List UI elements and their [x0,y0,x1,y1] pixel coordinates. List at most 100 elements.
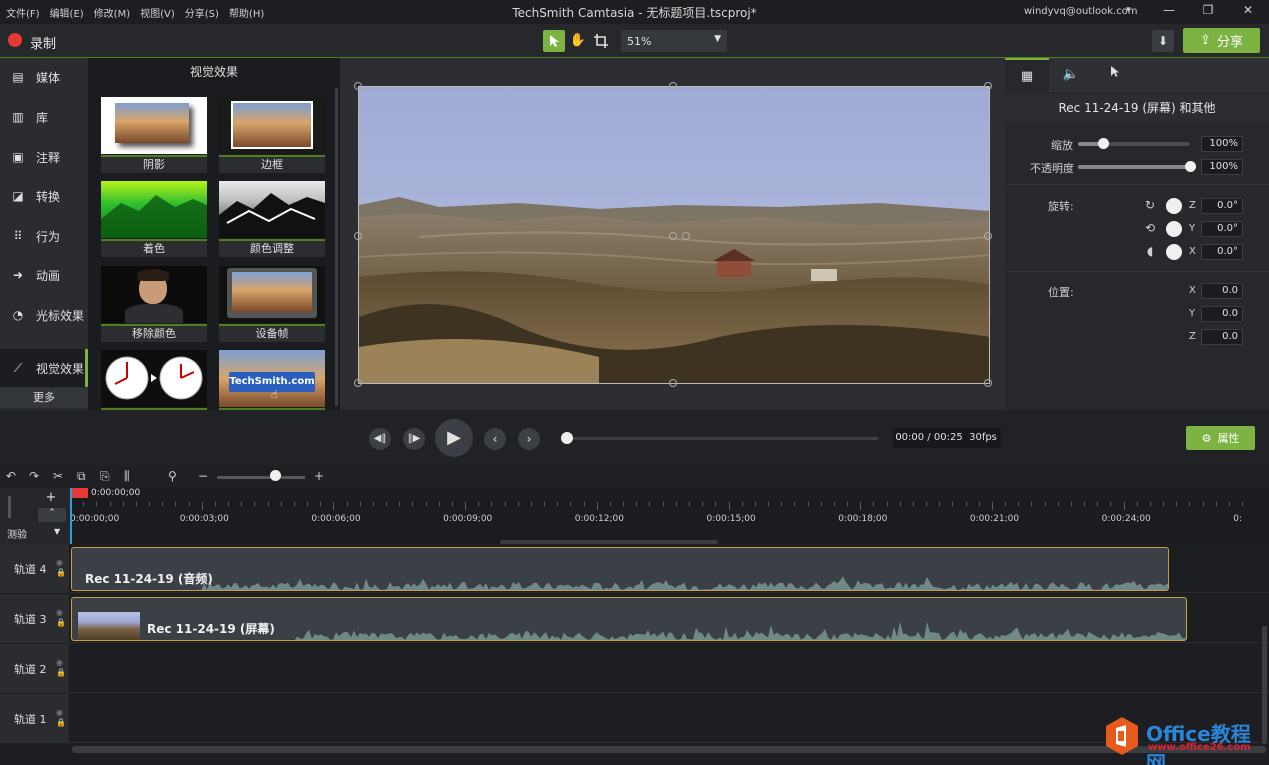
scale-slider[interactable] [1078,138,1190,149]
resize-handle[interactable] [984,82,992,90]
minimize-icon[interactable]: — [1159,3,1179,21]
step-back-icon[interactable]: ◀‖ [369,428,391,450]
tab-visual-properties[interactable]: ▦ [1005,58,1049,92]
axis-y-label: Y [1189,308,1196,319]
track-3[interactable]: 轨道 3 ◉ 🔒 Rec 11-24-19 (屏幕) [0,594,1269,643]
rotation-handle[interactable] [682,232,690,240]
step-forward-icon[interactable]: ‖▶ [403,428,425,450]
audio-clip[interactable]: Rec 11-24-19 (音频) [71,547,1169,591]
magnet-icon[interactable] [8,496,11,518]
sidebar-item-annotations[interactable]: ▣ 注释 [0,138,88,176]
rotate-z-dial[interactable] [1166,198,1182,214]
rotation-y-input[interactable]: 0.0° [1201,221,1243,237]
opacity-slider[interactable] [1078,161,1196,172]
effect-colorize[interactable]: 着色 [101,181,207,257]
visibility-icon[interactable]: ◉ 🔒 [56,608,66,628]
rotation-x-input[interactable]: 0.0° [1201,244,1243,260]
scrubber-track[interactable] [566,437,878,440]
zoom-in-icon[interactable]: + [314,469,324,483]
track-1[interactable]: 轨道 1 ◉ 🔒 [0,694,1269,743]
visibility-icon[interactable]: ◉ 🔒 [56,658,66,678]
tab-audio-properties[interactable]: 🔈 [1049,58,1093,92]
resize-handle[interactable] [984,379,992,387]
download-icon[interactable]: ⬇ [1152,30,1174,52]
effect-device-frame[interactable]: 设备帧 [219,266,325,342]
timeline-ruler[interactable]: + ⌃ 测验 ▼ 0:00:00;00 0:00:03;00 0:00:06;00 0… [0,488,1269,544]
sidebar-item-visual-effects[interactable]: ⟋ 视觉效果 [0,349,88,387]
screen-clip[interactable]: Rec 11-24-19 (屏幕) [71,597,1187,641]
menu-help[interactable]: 帮助(H) [229,5,264,20]
track-2[interactable]: 轨道 2 ◉ 🔒 [0,644,1269,693]
previous-icon[interactable]: ‹ [484,428,506,450]
menu-share[interactable]: 分享(S) [185,5,219,20]
undo-icon[interactable]: ↶ [6,469,16,483]
menu-view[interactable]: 视图(V) [140,5,175,20]
resize-handle[interactable] [354,379,362,387]
menu-modify[interactable]: 修改(M) [94,5,130,20]
resize-handle[interactable] [354,82,362,90]
timeline-horizontal-scrollbar[interactable] [72,746,1266,753]
cut-icon[interactable]: ✂ [53,469,63,483]
restore-icon[interactable]: ❐ [1198,3,1218,21]
collapse-icon[interactable]: ⌃ [38,508,66,522]
effect-border[interactable]: 边框 [219,97,325,173]
sidebar-item-library[interactable]: ▥ 库 [0,98,88,136]
timeline-zoom-knob[interactable] [270,470,281,481]
crop-tool-icon[interactable] [590,30,612,52]
share-button[interactable]: ⇪ 分享 [1183,28,1260,53]
pan-tool-icon[interactable]: ✋ [567,30,589,52]
timeline-zoom-slider[interactable] [217,476,305,479]
split-icon[interactable]: ⫼ [124,469,130,484]
effect-shadow[interactable]: 阴影 [101,97,207,173]
rotation-handle[interactable] [669,232,677,240]
sidebar-item-cursor-effects[interactable]: ◔ 光标效果 [0,296,88,334]
scale-input[interactable]: 100% [1201,136,1243,152]
opacity-slider-knob[interactable] [1185,161,1196,172]
account-name[interactable]: windyvq@outlook.com [1024,6,1138,17]
effects-scrollbar[interactable] [335,88,338,406]
opacity-input[interactable]: 100% [1201,159,1243,175]
sidebar-item-behaviors[interactable]: ⠿ 行为 [0,217,88,255]
play-button[interactable]: ▶ [435,419,473,457]
sidebar-item-media[interactable]: ▤ 媒体 [0,58,88,96]
menu-file[interactable]: 文件(F) [6,5,40,20]
sidebar-item-transitions[interactable]: ◪ 转换 [0,177,88,215]
sidebar-item-animations[interactable]: ➜ 动画 [0,256,88,294]
account-caret-icon[interactable]: ▾ [1126,5,1131,15]
redo-icon[interactable]: ↷ [29,469,39,483]
position-x-input[interactable]: 0.0 [1201,283,1243,299]
effect-remove-color[interactable]: 移除颜色 [101,266,207,342]
tab-cursor-properties[interactable] [1093,58,1137,92]
scale-slider-knob[interactable] [1097,138,1109,149]
select-tool-icon[interactable] [543,30,565,52]
playhead-flag[interactable] [72,488,88,498]
track-4[interactable]: 轨道 4 ◉ 🔒 Rec 11-24-19 (音频) [0,544,1269,593]
record-button[interactable]: 录制 [30,33,56,52]
search-icon[interactable]: ⚲ [168,469,177,483]
resize-handle[interactable] [669,82,677,90]
position-y-input[interactable]: 0.0 [1201,306,1243,322]
resize-handle[interactable] [354,232,362,240]
record-icon[interactable] [8,33,22,47]
copy-icon[interactable]: ⧉ [77,469,86,484]
more-button[interactable]: 更多 [0,388,88,408]
menu-edit[interactable]: 编辑(E) [50,5,84,20]
resize-handle[interactable] [984,232,992,240]
rotation-z-input[interactable]: 0.0° [1201,198,1243,214]
rotate-y-dial[interactable] [1166,221,1182,237]
resize-handle[interactable] [669,379,677,387]
position-z-input[interactable]: 0.0 [1201,329,1243,345]
paste-icon[interactable]: ⎘ [100,469,110,484]
rotate-x-dial[interactable] [1166,244,1182,260]
chevron-down-icon[interactable]: ▼ [54,527,60,536]
zoom-dropdown[interactable]: 51% ▼ [621,30,727,52]
effect-color-adjust[interactable]: 颜色调整 [219,181,325,257]
visibility-icon[interactable]: ◉ 🔒 [56,708,66,728]
properties-button[interactable]: ⚙ 属性 [1186,426,1255,450]
close-icon[interactable]: ✕ [1238,3,1258,21]
add-track-icon[interactable]: + [40,490,62,505]
scrubber-knob[interactable] [561,432,573,444]
visibility-icon[interactable]: ◉ 🔒 [56,558,66,578]
next-icon[interactable]: › [518,428,540,450]
zoom-out-icon[interactable]: − [198,469,208,483]
